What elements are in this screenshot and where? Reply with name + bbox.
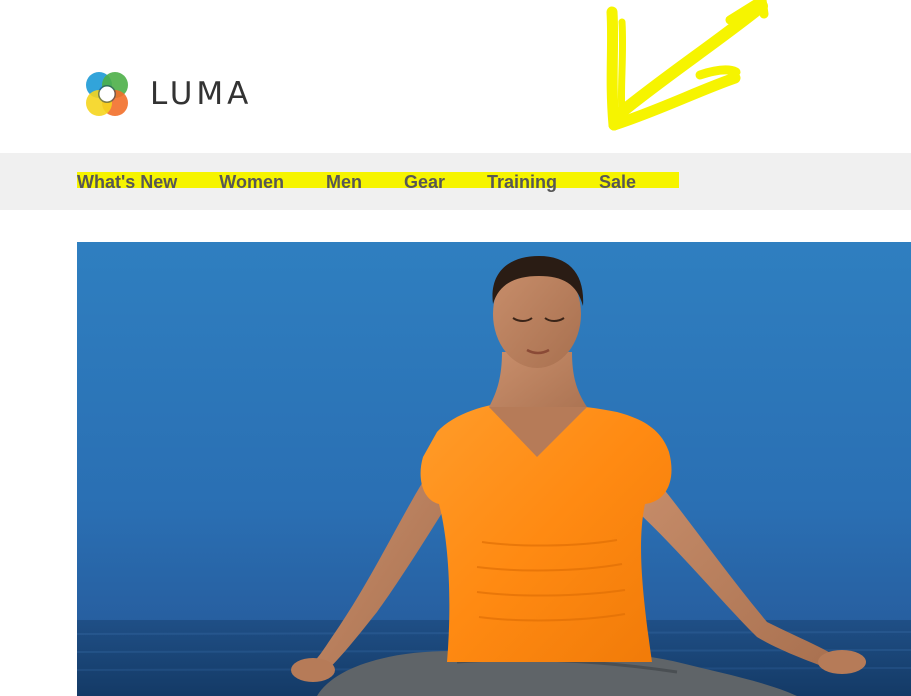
hero-banner[interactable]: [77, 242, 911, 696]
brand-name: LUMA: [150, 75, 253, 112]
nav-item-whats-new[interactable]: What's New: [77, 172, 177, 193]
nav-item-training[interactable]: Training: [487, 172, 557, 193]
nav-list: What's New Women Men Gear Training Sale: [77, 153, 636, 210]
nav-item-sale[interactable]: Sale: [599, 172, 636, 193]
site-header: LUMA: [0, 0, 911, 153]
nav-item-gear[interactable]: Gear: [404, 172, 445, 193]
main-navigation: What's New Women Men Gear Training Sale: [0, 153, 911, 210]
luma-logo-link[interactable]: LUMA: [80, 67, 252, 121]
nav-item-women[interactable]: Women: [219, 172, 284, 193]
nav-item-men[interactable]: Men: [326, 172, 362, 193]
page: LUMA What's New Women Men Gear Training …: [0, 0, 911, 696]
luma-logo-icon: [86, 72, 128, 116]
hero-image: [77, 242, 911, 696]
arrow-annotation-icon: [606, 0, 769, 131]
